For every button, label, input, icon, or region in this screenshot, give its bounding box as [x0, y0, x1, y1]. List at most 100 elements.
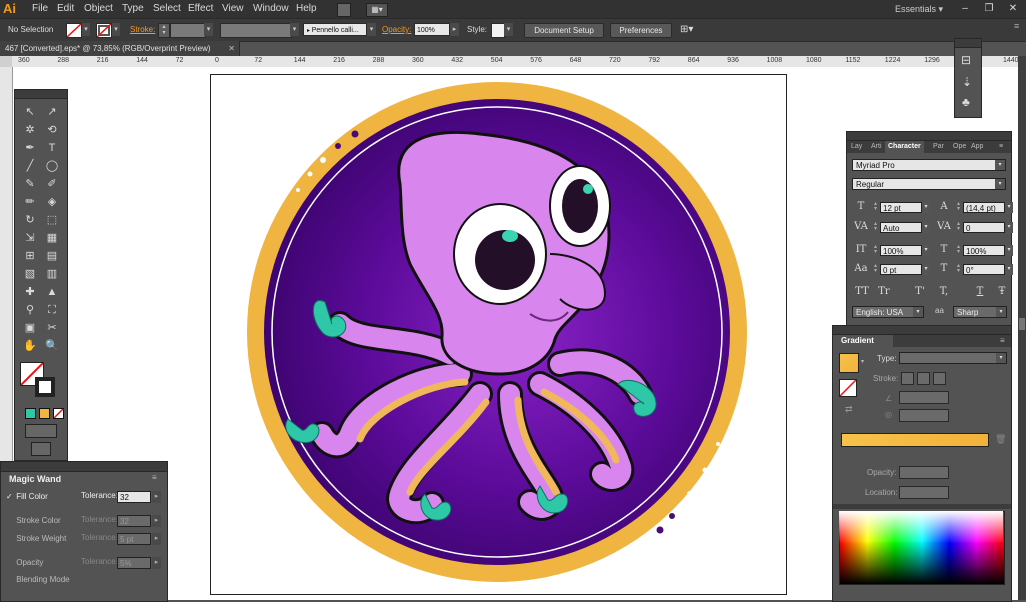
stepper-icon[interactable]: ▴ ▾	[955, 201, 962, 213]
tool-button[interactable]: ✂	[43, 320, 61, 336]
menu-object[interactable]: Object	[84, 0, 113, 18]
tolerance-arrow-icon[interactable]: ▸	[152, 557, 161, 569]
tool-button[interactable]: ✎	[21, 176, 39, 192]
gradient-type-dropdown[interactable]: ▾	[899, 352, 1007, 364]
tool-button[interactable]: ◯	[43, 158, 61, 174]
menu-view[interactable]: View	[222, 0, 244, 18]
stroke-along-button[interactable]	[917, 372, 930, 385]
chevron-down-icon[interactable]: ▾	[1005, 222, 1013, 233]
antialias-dropdown[interactable]: Sharp ▾	[953, 306, 1007, 318]
arrange-icon[interactable]: ⊞▾	[680, 22, 693, 38]
style-dropdown-arrow[interactable]: ▾	[504, 23, 513, 36]
chevron-down-icon[interactable]: ▾	[922, 222, 930, 233]
tab-opentype[interactable]: Ope	[953, 141, 966, 153]
chevron-down-icon[interactable]: ▾	[1005, 264, 1013, 275]
close-icon[interactable]: ✕	[1006, 3, 1020, 15]
tolerance-field[interactable]: 5 pt	[117, 533, 151, 545]
fill-swatch[interactable]	[66, 23, 82, 38]
tool-button[interactable]: ✲	[21, 122, 39, 138]
all-caps-button[interactable]: TT	[853, 285, 871, 299]
document-setup-button[interactable]: Document Setup	[524, 23, 604, 38]
stroke-weight-field[interactable]	[170, 23, 206, 38]
character-value-field[interactable]: 0	[963, 222, 1005, 233]
scrollbar-thumb[interactable]	[1019, 318, 1025, 330]
gradient-angle-field[interactable]	[899, 391, 949, 404]
font-family-dropdown[interactable]: Myriad Pro ▾	[852, 159, 1006, 171]
brush-definition[interactable]: ▸ Pennello calli...	[303, 23, 367, 36]
tool-button[interactable]: ⛶	[43, 302, 61, 318]
checkbox[interactable]: ✓	[6, 490, 14, 504]
stepper-icon[interactable]: ▴ ▾	[955, 244, 962, 256]
tool-button[interactable]: ⇲	[21, 230, 39, 246]
tolerance-arrow-icon[interactable]: ▸	[152, 491, 161, 503]
tool-button[interactable]: ◈	[43, 194, 61, 210]
collapsed-panels-header[interactable]	[955, 39, 981, 48]
panel-menu-icon[interactable]: ≡	[1000, 336, 1005, 345]
tolerance-arrow-icon[interactable]: ▸	[152, 515, 161, 527]
magic-wand-option[interactable]: Stroke Color	[6, 514, 60, 528]
character-value-field[interactable]: 12 pt	[880, 202, 922, 213]
tool-button[interactable]: ⬚	[43, 212, 61, 228]
trash-icon[interactable]: 🗑	[995, 434, 1006, 445]
stroke-swatch[interactable]	[96, 23, 112, 38]
magic-wand-panel-header[interactable]	[1, 462, 167, 472]
gradient-panel-header[interactable]	[833, 326, 1011, 335]
gradient-fill-box[interactable]	[839, 379, 857, 397]
none-mode-button[interactable]	[53, 408, 64, 419]
chevron-down-icon[interactable]: ▾	[922, 264, 930, 275]
tool-button[interactable]: ╱	[21, 158, 39, 174]
navigator-icon[interactable]: ⊟	[961, 53, 971, 67]
bridge-icon[interactable]	[337, 3, 351, 17]
stepper-icon[interactable]: ▴ ▾	[955, 263, 962, 275]
variable-width-profile[interactable]	[220, 23, 292, 38]
magic-wand-option[interactable]: Opacity	[6, 556, 43, 570]
character-value-field[interactable]: (14,4 pt)	[963, 202, 1005, 213]
subscript-button[interactable]: T,	[935, 285, 953, 299]
tool-button[interactable]: ✐	[43, 176, 61, 192]
chevron-down-icon[interactable]: ▾	[1005, 245, 1013, 256]
tool-button[interactable]: ⊞	[21, 248, 39, 264]
stepper-icon[interactable]: ▴ ▾	[955, 221, 962, 233]
magic-wand-option[interactable]: Stroke Weight	[6, 532, 66, 546]
stroke-across-button[interactable]	[933, 372, 946, 385]
brush-dropdown-arrow[interactable]: ▾	[367, 23, 376, 36]
menu-type[interactable]: Type	[122, 0, 144, 18]
tab-appearance[interactable]: App	[971, 141, 983, 153]
color-mode-button[interactable]	[25, 408, 36, 419]
magic-wand-option[interactable]: ✓ Fill Color	[6, 490, 48, 504]
tab-paragraph[interactable]: Par	[933, 141, 944, 153]
tolerance-field[interactable]: 5%	[117, 557, 151, 569]
opacity-field[interactable]: 100%	[414, 23, 450, 36]
gradient-mode-button[interactable]	[39, 408, 50, 419]
font-style-dropdown[interactable]: Regular ▾	[852, 178, 1006, 190]
tool-button[interactable]: T	[43, 140, 61, 156]
tool-button[interactable]: ⚲	[21, 302, 39, 318]
tool-button[interactable]: ✚	[21, 284, 39, 300]
close-document-icon[interactable]: ✕	[228, 41, 235, 56]
control-bar-menu-icon[interactable]: ≡	[1014, 21, 1022, 39]
magic-wand-tab[interactable]: Magic Wand	[1, 472, 71, 486]
stroke-weight-stepper[interactable]: ▴ ▾	[158, 23, 170, 38]
tool-button[interactable]: ▲	[43, 284, 61, 300]
gradient-tab[interactable]: Gradient	[833, 335, 893, 347]
stroke-weight-arrow[interactable]: ▾	[204, 23, 213, 36]
tool-button[interactable]: ⟲	[43, 122, 61, 138]
screen-mode-button[interactable]	[31, 442, 51, 456]
chevron-down-icon[interactable]: ▾	[922, 202, 930, 213]
tolerance-arrow-icon[interactable]: ▸	[152, 533, 161, 545]
gradient-opacity-field[interactable]	[899, 466, 949, 479]
strikethrough-button[interactable]: Ŧ	[993, 285, 1011, 299]
stepper-icon[interactable]: ▴ ▾	[872, 244, 879, 256]
character-panel-header[interactable]	[847, 132, 1011, 141]
opacity-arrow[interactable]: ▸	[450, 23, 459, 36]
opacity-label[interactable]: Opacity:	[382, 22, 411, 38]
gradient-thumbnail[interactable]	[839, 353, 859, 373]
stepper-icon[interactable]: ▴ ▾	[872, 221, 879, 233]
panel-menu-icon[interactable]: ≡	[152, 473, 157, 482]
tool-button[interactable]: ▦	[43, 230, 61, 246]
gradient-aspect-field[interactable]	[899, 409, 949, 422]
chevron-down-icon[interactable]: ▾	[922, 245, 930, 256]
octopus-artwork[interactable]	[210, 74, 785, 593]
magic-wand-option[interactable]: Blending Mode	[6, 573, 69, 587]
superscript-button[interactable]: T'	[911, 285, 929, 299]
